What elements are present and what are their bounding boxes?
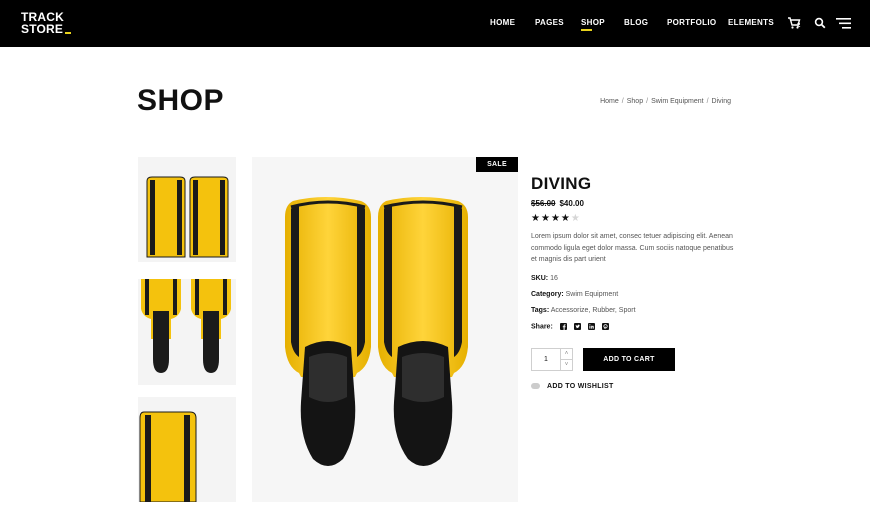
quantity-input[interactable]: 1 [531,348,561,371]
product-tags: Tags: Accessorize, Rubber, Sport [531,307,636,314]
product-main-image[interactable] [252,157,518,502]
share-label: Share: [531,323,553,331]
product-thumbnail-2[interactable] [138,279,236,385]
product-thumbnail-1[interactable] [138,157,236,262]
fin-left [285,197,371,466]
chevron-down-icon: ˅ [564,362,569,368]
nav-elements[interactable]: ELEMENTS [728,18,774,27]
chevron-up-icon: ˄ [564,351,569,357]
tags-label: Tags: [531,307,550,314]
category-link[interactable]: Swim Equipment [566,291,619,298]
search-icon[interactable] [814,17,826,29]
breadcrumb-shop[interactable]: Shop [627,98,643,105]
product-sku: SKU: 16 [531,275,558,282]
logo-line-2: STORE [21,22,64,36]
add-to-cart-button[interactable]: ADD TO CART [583,348,675,371]
star-icon: ★ [531,213,541,224]
fin-right [378,197,468,466]
product-category: Category: Swim Equipment [531,291,618,298]
sale-price: $40.00 [559,199,584,208]
nav-portfolio[interactable]: PORTFOLIO [667,18,716,27]
store-logo[interactable]: TRACK STORE [21,11,72,36]
fin-left [146,176,186,258]
heart-icon [531,383,540,390]
nav-home[interactable]: HOME [490,18,515,27]
star-icon: ★ [560,213,571,224]
breadcrumb-home[interactable]: Home [600,98,619,105]
breadcrumb-separator: / [706,98,709,105]
top-navigation-bar: TRACK STORE HOME PAGES SHOP BLOG PORTFOL… [0,0,870,47]
product-thumbnail-3[interactable] [138,397,236,502]
breadcrumb-current: Diving [711,98,731,105]
wishlist-label: ADD TO WISHLIST [547,383,614,390]
cart-count-badge: 2 [797,23,801,29]
facebook-icon[interactable] [559,323,567,330]
nav-blog[interactable]: BLOG [624,18,648,27]
sale-badge: SALE [476,157,518,172]
logo-line-2-wrap: STORE [21,22,72,36]
star-icon: ★ [540,213,551,224]
nav-shop[interactable]: SHOP [581,18,605,31]
sku-value: 16 [550,275,558,282]
star-rating: ★★★★★ [531,213,581,224]
breadcrumb-separator: / [621,98,624,105]
fin-right [189,176,229,258]
linkedin-icon[interactable] [587,323,595,330]
twitter-icon[interactable] [573,323,581,330]
quantity-decrease-button[interactable]: ˅ [561,359,573,371]
menu-icon[interactable] [836,18,851,29]
logo-underscore [65,32,72,34]
old-price: $56.00 [531,199,556,208]
nav-pages[interactable]: PAGES [535,18,564,27]
breadcrumb: Home / Shop / Swim Equipment / Diving [600,98,731,105]
product-share: Share: [531,323,609,330]
page-title: SHOP [137,84,225,117]
product-description: Lorem ipsum dolor sit amet, consec tetue… [531,233,734,263]
pinterest-icon[interactable] [601,323,609,330]
tags-links[interactable]: Accessorize, Rubber, Sport [551,307,636,314]
star-icon: ★ [550,213,561,224]
add-to-wishlist-link[interactable]: ADD TO WISHLIST [531,383,614,390]
breadcrumb-swim-equipment[interactable]: Swim Equipment [651,98,704,105]
sku-label: SKU: [531,275,549,282]
breadcrumb-separator: / [646,98,649,105]
category-label: Category: [531,291,564,298]
product-name: DIVING [531,174,592,193]
star-empty-icon: ★ [570,213,581,224]
product-price: $56.00 $40.00 [531,199,584,208]
